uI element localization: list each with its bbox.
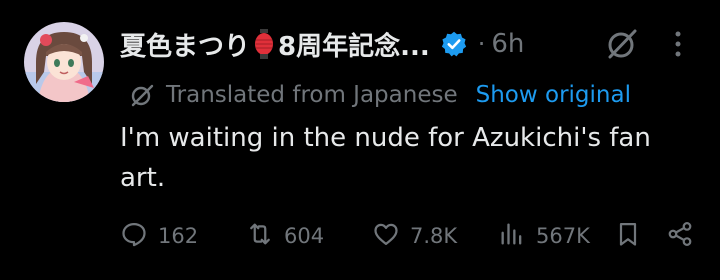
- red-lantern-emoji-icon: [254, 29, 274, 59]
- reply-icon: [120, 220, 148, 252]
- translated-from-label: Translated from Japanese: [166, 82, 458, 108]
- display-name[interactable]: 夏色まつり: [120, 26, 250, 63]
- views-button[interactable]: 567K: [498, 216, 590, 256]
- views-icon: [498, 220, 526, 252]
- verified-badge-icon: [440, 30, 468, 58]
- user-avatar[interactable]: [24, 22, 104, 102]
- more-icon[interactable]: [668, 28, 688, 60]
- repost-button[interactable]: 604: [246, 216, 324, 256]
- translation-notice: Translated from Japanese Show original: [130, 78, 631, 112]
- reply-count: 162: [158, 224, 199, 248]
- translate-icon: [130, 83, 154, 107]
- bookmark-icon: [614, 220, 642, 252]
- show-original-link[interactable]: Show original: [476, 82, 631, 108]
- tweet-timestamp[interactable]: 6h: [491, 29, 524, 59]
- tweet-actions: 162 604 7.8K 567K: [120, 216, 700, 256]
- repost-count: 604: [284, 224, 325, 248]
- share-button[interactable]: [666, 216, 694, 256]
- bookmark-button[interactable]: [614, 216, 642, 256]
- share-icon: [666, 220, 694, 252]
- reply-button[interactable]: 162: [120, 216, 198, 256]
- tweet-card[interactable]: 夏色まつり 8周年記念... · 6h Translated from Japa…: [0, 0, 720, 280]
- like-count: 7.8K: [410, 224, 458, 248]
- repost-icon: [246, 220, 274, 252]
- like-icon: [372, 220, 400, 252]
- separator-dot: ·: [477, 30, 486, 58]
- grok-icon[interactable]: [604, 26, 640, 62]
- display-name-suffix[interactable]: 8周年記念...: [278, 26, 430, 63]
- like-button[interactable]: 7.8K: [372, 216, 457, 256]
- views-count: 567K: [536, 224, 590, 248]
- tweet-text: I'm waiting in the nude for Azukichi's f…: [120, 123, 651, 193]
- tweet-header: 夏色まつり 8周年記念... · 6h: [120, 24, 524, 64]
